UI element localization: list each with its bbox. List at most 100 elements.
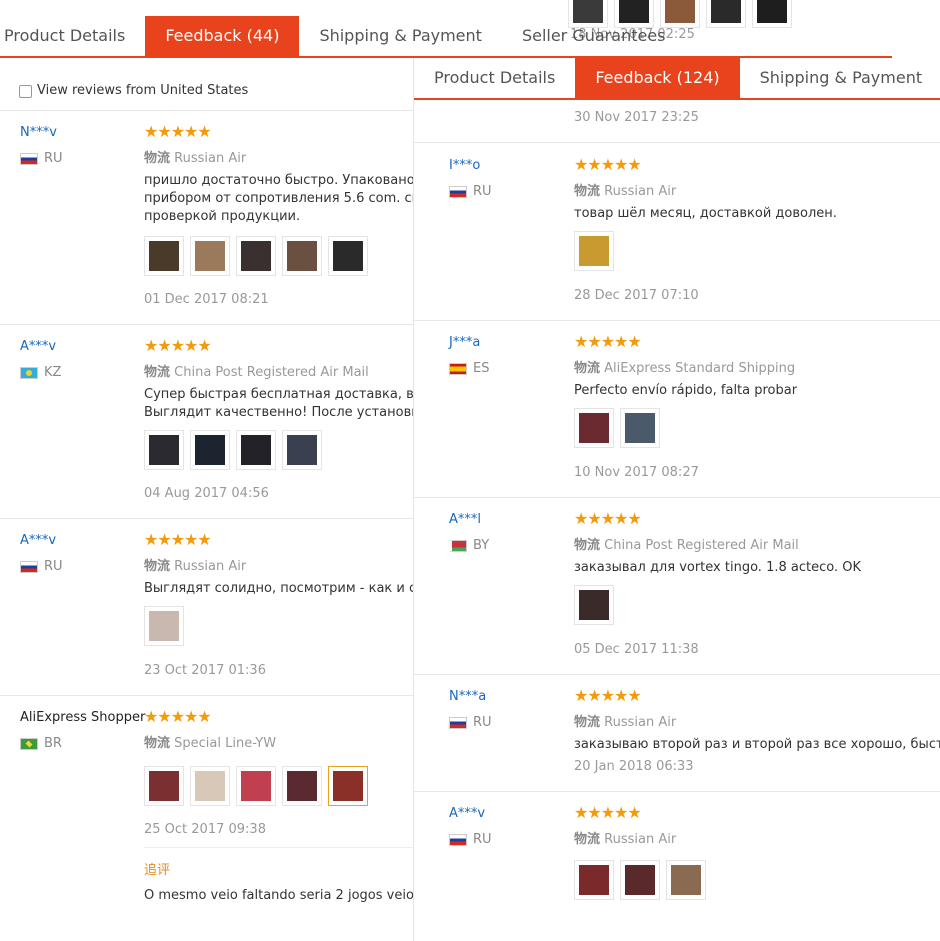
reviewer-name[interactable]: A***v (20, 533, 56, 548)
shipping-method: 物流 China Post Registered Air Mail (574, 538, 799, 553)
shipping-method: 物流 Russian Air (574, 832, 677, 847)
tab-shipping-payment[interactable]: Shipping & Payment (299, 16, 502, 56)
reviewer-name[interactable]: J***a (449, 335, 480, 350)
review-thumbnail[interactable] (190, 430, 230, 470)
shipping-method: 物流 AliExpress Standard Shipping (574, 361, 796, 376)
review-thumbnail[interactable] (144, 236, 184, 276)
reviewer-name[interactable]: A***v (449, 806, 485, 821)
reviewer-name[interactable]: A***l (449, 512, 481, 527)
shipping-method: 物流 Special Line-YW (144, 736, 277, 751)
kazakhstan-flag-icon (20, 366, 38, 379)
russia-flag-icon (449, 185, 467, 198)
review-thumbnails (574, 231, 614, 271)
brazil-flag-icon (20, 737, 38, 750)
tab-product-details[interactable]: Product Details (414, 58, 575, 98)
star-rating: ★★★★★ (574, 155, 642, 174)
review-thumbnail[interactable] (190, 766, 230, 806)
review-thumbnail[interactable] (190, 236, 230, 276)
review-item-partial: 30 Nov 2017 23:25 (414, 100, 940, 143)
review-thumbnail[interactable] (620, 860, 660, 900)
review-text-line: Выглядят солидно, посмотрим - как и скол (144, 581, 441, 596)
star-rating: ★★★★★ (574, 803, 642, 822)
review-thumbnail[interactable] (144, 430, 184, 470)
shipping-method: 物流 Russian Air (144, 559, 247, 574)
review-thumbnail[interactable] (574, 860, 614, 900)
review-text-line: пришло достаточно быстро. Упаковано вс (144, 173, 434, 188)
tab-seller-guarantees[interactable]: Seller Guarantees (502, 16, 686, 56)
tab-feedback[interactable]: Feedback (124) (575, 58, 740, 98)
review-thumbnail[interactable] (282, 430, 322, 470)
review-thumbnail[interactable] (574, 585, 614, 625)
shipping-method: 物流 Russian Air (144, 151, 247, 166)
tab-product-details[interactable]: Product Details (0, 16, 145, 56)
reviewer-name[interactable]: N***a (449, 689, 486, 704)
review-thumbnails (144, 606, 184, 646)
reviewer-country: RU (449, 715, 492, 730)
review-thumbnail[interactable] (236, 766, 276, 806)
review-thumbnail[interactable] (236, 430, 276, 470)
star-rating: ★★★★★ (144, 122, 212, 141)
shipping-method: 物流 China Post Registered Air Mail (144, 365, 369, 380)
reviewer-country: RU (20, 559, 63, 574)
review-date: 05 Dec 2017 11:38 (574, 642, 699, 657)
review-date: 28 Dec 2017 07:10 (574, 288, 699, 303)
review-thumbnail[interactable] (620, 408, 660, 448)
reviewer-country: RU (449, 832, 492, 847)
review-text-line: Супер быстрая бесплатная доставка, в Каз (144, 387, 443, 402)
reviewer-name[interactable]: N***v (20, 125, 57, 140)
additional-feedback-text: O mesmo veio faltando seria 2 jogos veio… (144, 888, 435, 903)
review-date: 10 Nov 2017 08:27 (574, 465, 699, 480)
star-rating: ★★★★★ (574, 332, 642, 351)
reviewer-name[interactable]: A***v (20, 339, 56, 354)
review-text: заказываю второй раз и второй раз все хо… (574, 737, 940, 752)
tab-shipping-payment[interactable]: Shipping & Payment (740, 58, 940, 98)
review-thumbnail[interactable] (236, 236, 276, 276)
front-feedback-panel: Product Details Feedback (124) Shipping … (414, 58, 940, 941)
review-item: A***l BY ★★★★★ 物流 China Post Registered … (414, 497, 940, 675)
review-text: Perfecto envío rápido, falta probar (574, 383, 798, 398)
review-thumbnail[interactable] (328, 236, 368, 276)
review-thumbnail-selected[interactable] (328, 766, 368, 806)
review-thumbnail[interactable] (144, 606, 184, 646)
review-thumbnail[interactable] (574, 231, 614, 271)
shipping-method: 物流 Russian Air (574, 184, 677, 199)
review-date: 04 Aug 2017 04:56 (144, 486, 269, 501)
review-thumbnails (574, 408, 660, 448)
star-rating: ★★★★★ (574, 509, 642, 528)
star-rating: ★★★★★ (144, 530, 212, 549)
review-thumbnail[interactable] (666, 860, 706, 900)
reviewer-country: RU (449, 184, 492, 199)
reviewer-name[interactable]: I***o (449, 158, 480, 173)
reviewer-country: KZ (20, 365, 61, 380)
review-thumbnail[interactable] (574, 408, 614, 448)
russia-flag-icon (20, 152, 38, 165)
reviewer-country: ES (449, 361, 489, 376)
reviewer-country: BR (20, 736, 62, 751)
tab-feedback[interactable]: Feedback (44) (145, 16, 300, 56)
back-tab-bar: Product Details Feedback (44) Shipping &… (0, 16, 892, 58)
reviewer-name[interactable]: AliExpress Shopper (20, 710, 145, 725)
reviewer-country: BY (449, 538, 489, 553)
review-date: 23 Oct 2017 01:36 (144, 663, 266, 678)
front-tab-bar: Product Details Feedback (124) Shipping … (414, 58, 940, 100)
review-date: 25 Oct 2017 09:38 (144, 822, 266, 837)
review-text: заказывал для vortex tingo. 1.8 acteco. … (574, 560, 861, 575)
review-thumbnail[interactable] (144, 766, 184, 806)
review-item: A***v RU ★★★★★ 物流 Russian Air (414, 791, 940, 941)
russia-flag-icon (449, 716, 467, 729)
belarus-flag-icon (449, 539, 467, 552)
review-thumbnails (574, 860, 706, 900)
russia-flag-icon (20, 560, 38, 573)
review-thumbnails (144, 766, 368, 806)
review-text-line: прибором от сопротивления 5.6 com. свеч (144, 191, 435, 206)
review-thumbnail[interactable] (282, 236, 322, 276)
review-thumbnail[interactable] (282, 766, 322, 806)
star-rating: ★★★★★ (574, 686, 642, 705)
filter-label: View reviews from United States (37, 83, 249, 98)
review-date: 20 Jan 2018 06:33 (574, 759, 694, 774)
review-item: N***a RU ★★★★★ 物流 Russian Air заказываю … (414, 674, 940, 792)
shipping-method: 物流 Russian Air (574, 715, 677, 730)
us-reviews-checkbox[interactable] (19, 85, 32, 98)
reviewer-country: RU (20, 151, 63, 166)
star-rating: ★★★★★ (144, 707, 212, 726)
